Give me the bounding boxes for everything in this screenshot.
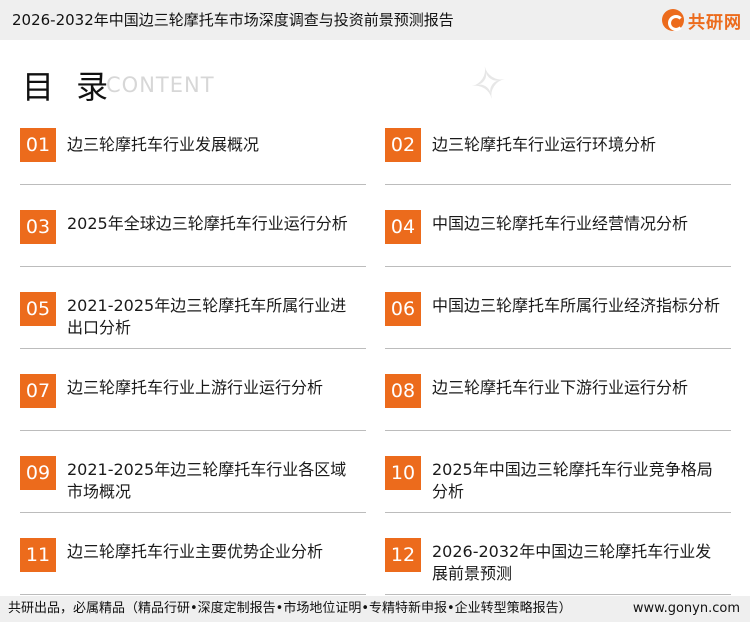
report-title: 2026-2032年中国边三轮摩托车市场深度调查与投资前景预测报告 (12, 11, 454, 29)
toc-item-divider (385, 348, 731, 349)
toc-item[interactable]: 07 边三轮摩托车行业上游行业运行分析 (20, 374, 366, 434)
toc-item-divider (385, 184, 731, 185)
toc-item-divider (20, 266, 366, 267)
toc-item-divider (20, 184, 366, 185)
toc-item-label: 边三轮摩托车行业主要优势企业分析 (67, 542, 324, 561)
toc-item[interactable]: 06 中国边三轮摩托车所属行业经济指标分析 (385, 292, 731, 352)
brand-logo[interactable]: 共研网 (662, 8, 742, 33)
toc-item-divider (20, 348, 366, 349)
toc-item-number: 11 (20, 538, 56, 572)
toc-item-label: 中国边三轮摩托车行业经营情况分析 (432, 214, 689, 233)
toc-item-divider (20, 594, 366, 595)
toc-item-divider (385, 594, 731, 595)
toc-item-label: 边三轮摩托车行业下游行业运行分析 (432, 378, 689, 397)
watermark: ✧ (465, 54, 518, 113)
toc-item-label: 中国边三轮摩托车所属行业经济指标分析 (432, 296, 721, 315)
brand-logo-text: 共研网 (688, 12, 742, 33)
toc-item-divider (385, 430, 731, 431)
toc-subheading: CONTENT (106, 73, 215, 97)
toc-item-number: 01 (20, 128, 56, 162)
toc-heading: 目 录 (22, 68, 115, 106)
toc-item-label: 2021-2025年边三轮摩托车所属行业进出口分析 (67, 296, 347, 337)
toc-item-label: 2021-2025年边三轮摩托车行业各区域市场概况 (67, 460, 347, 501)
toc-item[interactable]: 12 2026-2032年中国边三轮摩托车行业发展前景预测 (385, 538, 731, 598)
toc-item-label: 边三轮摩托车行业上游行业运行分析 (67, 378, 324, 397)
toc-item[interactable]: 04 中国边三轮摩托车行业经营情况分析 (385, 210, 731, 270)
toc-item-divider (385, 512, 731, 513)
toc-item-label: 2025年全球边三轮摩托车行业运行分析 (67, 214, 348, 233)
toc-item-label: 边三轮摩托车行业运行环境分析 (432, 135, 657, 154)
footer-slogan: 共研出品，必属精品（精品行研•深度定制报告•市场地位证明•专精特新申报•企业转型… (8, 601, 572, 616)
toc-item-label: 2026-2032年中国边三轮摩托车行业发展前景预测 (432, 542, 712, 583)
toc-item[interactable]: 03 2025年全球边三轮摩托车行业运行分析 (20, 210, 366, 270)
toc-item-number: 12 (385, 538, 421, 572)
toc-item-number: 04 (385, 210, 421, 244)
toc-item[interactable]: 09 2021-2025年边三轮摩托车行业各区域市场概况 (20, 456, 366, 516)
toc-item-divider (20, 512, 366, 513)
toc-item-divider (385, 266, 731, 267)
toc-item-number: 09 (20, 456, 56, 490)
toc-item-number: 05 (20, 292, 56, 326)
gonyn-logo-icon (662, 9, 684, 31)
toc-item-number: 10 (385, 456, 421, 490)
toc-item[interactable]: 10 2025年中国边三轮摩托车行业竞争格局分析 (385, 456, 731, 516)
toc-item-label: 2025年中国边三轮摩托车行业竞争格局分析 (432, 460, 713, 501)
footer-bar: 共研出品，必属精品（精品行研•深度定制报告•市场地位证明•专精特新申报•企业转型… (0, 596, 750, 622)
toc-item[interactable]: 11 边三轮摩托车行业主要优势企业分析 (20, 538, 366, 598)
toc-item-number: 02 (385, 128, 421, 162)
footer-website-link[interactable]: www.gonyn.com (633, 596, 740, 622)
toc-item[interactable]: 08 边三轮摩托车行业下游行业运行分析 (385, 374, 731, 434)
toc-item-number: 07 (20, 374, 56, 408)
header-bar: 2026-2032年中国边三轮摩托车市场深度调查与投资前景预测报告 共研网 (0, 0, 750, 40)
toc-item[interactable]: 01 边三轮摩托车行业发展概况 (20, 128, 366, 188)
toc-item-divider (20, 430, 366, 431)
toc-item-number: 08 (385, 374, 421, 408)
toc-item[interactable]: 05 2021-2025年边三轮摩托车所属行业进出口分析 (20, 292, 366, 352)
toc-item-label: 边三轮摩托车行业发展概况 (67, 135, 260, 154)
toc-item-number: 03 (20, 210, 56, 244)
toc-item-number: 06 (385, 292, 421, 326)
toc-item[interactable]: 02 边三轮摩托车行业运行环境分析 (385, 128, 731, 188)
